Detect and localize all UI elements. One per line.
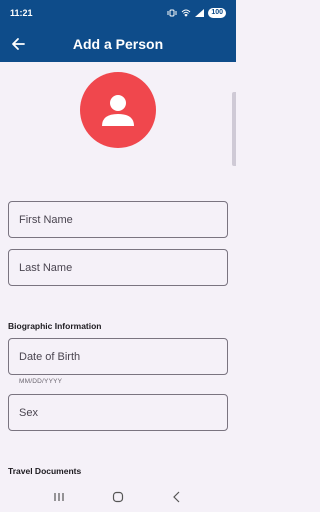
recents-button[interactable] [49,487,69,507]
last-name-field[interactable]: Last Name [8,249,228,286]
scroll-handle[interactable] [232,92,236,166]
first-name-field[interactable]: First Name [8,201,228,238]
first-name-placeholder: First Name [19,213,73,226]
sex-field[interactable]: Sex [8,394,228,431]
biographic-section-title: Biographic Information [8,321,102,331]
arrow-left-icon [12,38,25,50]
date-of-birth-helper: MM/DD/YYYY [19,378,63,385]
chevron-left-icon [172,491,180,503]
app-bar: Add a Person [0,26,236,62]
home-button[interactable] [108,487,128,507]
date-of-birth-field[interactable]: Date of Birth [8,338,228,375]
date-of-birth-placeholder: Date of Birth [19,350,81,363]
back-nav-button[interactable] [167,487,187,507]
page-title: Add a Person [72,36,164,52]
home-icon [112,491,124,503]
system-nav-bar [0,482,236,512]
recents-icon [54,493,64,501]
vibrate-icon [167,9,177,17]
signal-icon [195,9,205,17]
sex-placeholder: Sex [19,406,38,419]
avatar-button[interactable] [80,72,156,148]
battery-level: 100 [208,8,226,18]
back-button[interactable] [8,34,28,54]
status-time: 11:21 [10,8,33,18]
wifi-icon [181,9,191,17]
last-name-placeholder: Last Name [19,261,73,274]
status-bar: 11:21 100 [0,0,236,26]
person-icon [102,95,134,126]
status-icons: 100 [167,8,226,18]
travel-documents-section-title: Travel Documents [8,466,82,476]
